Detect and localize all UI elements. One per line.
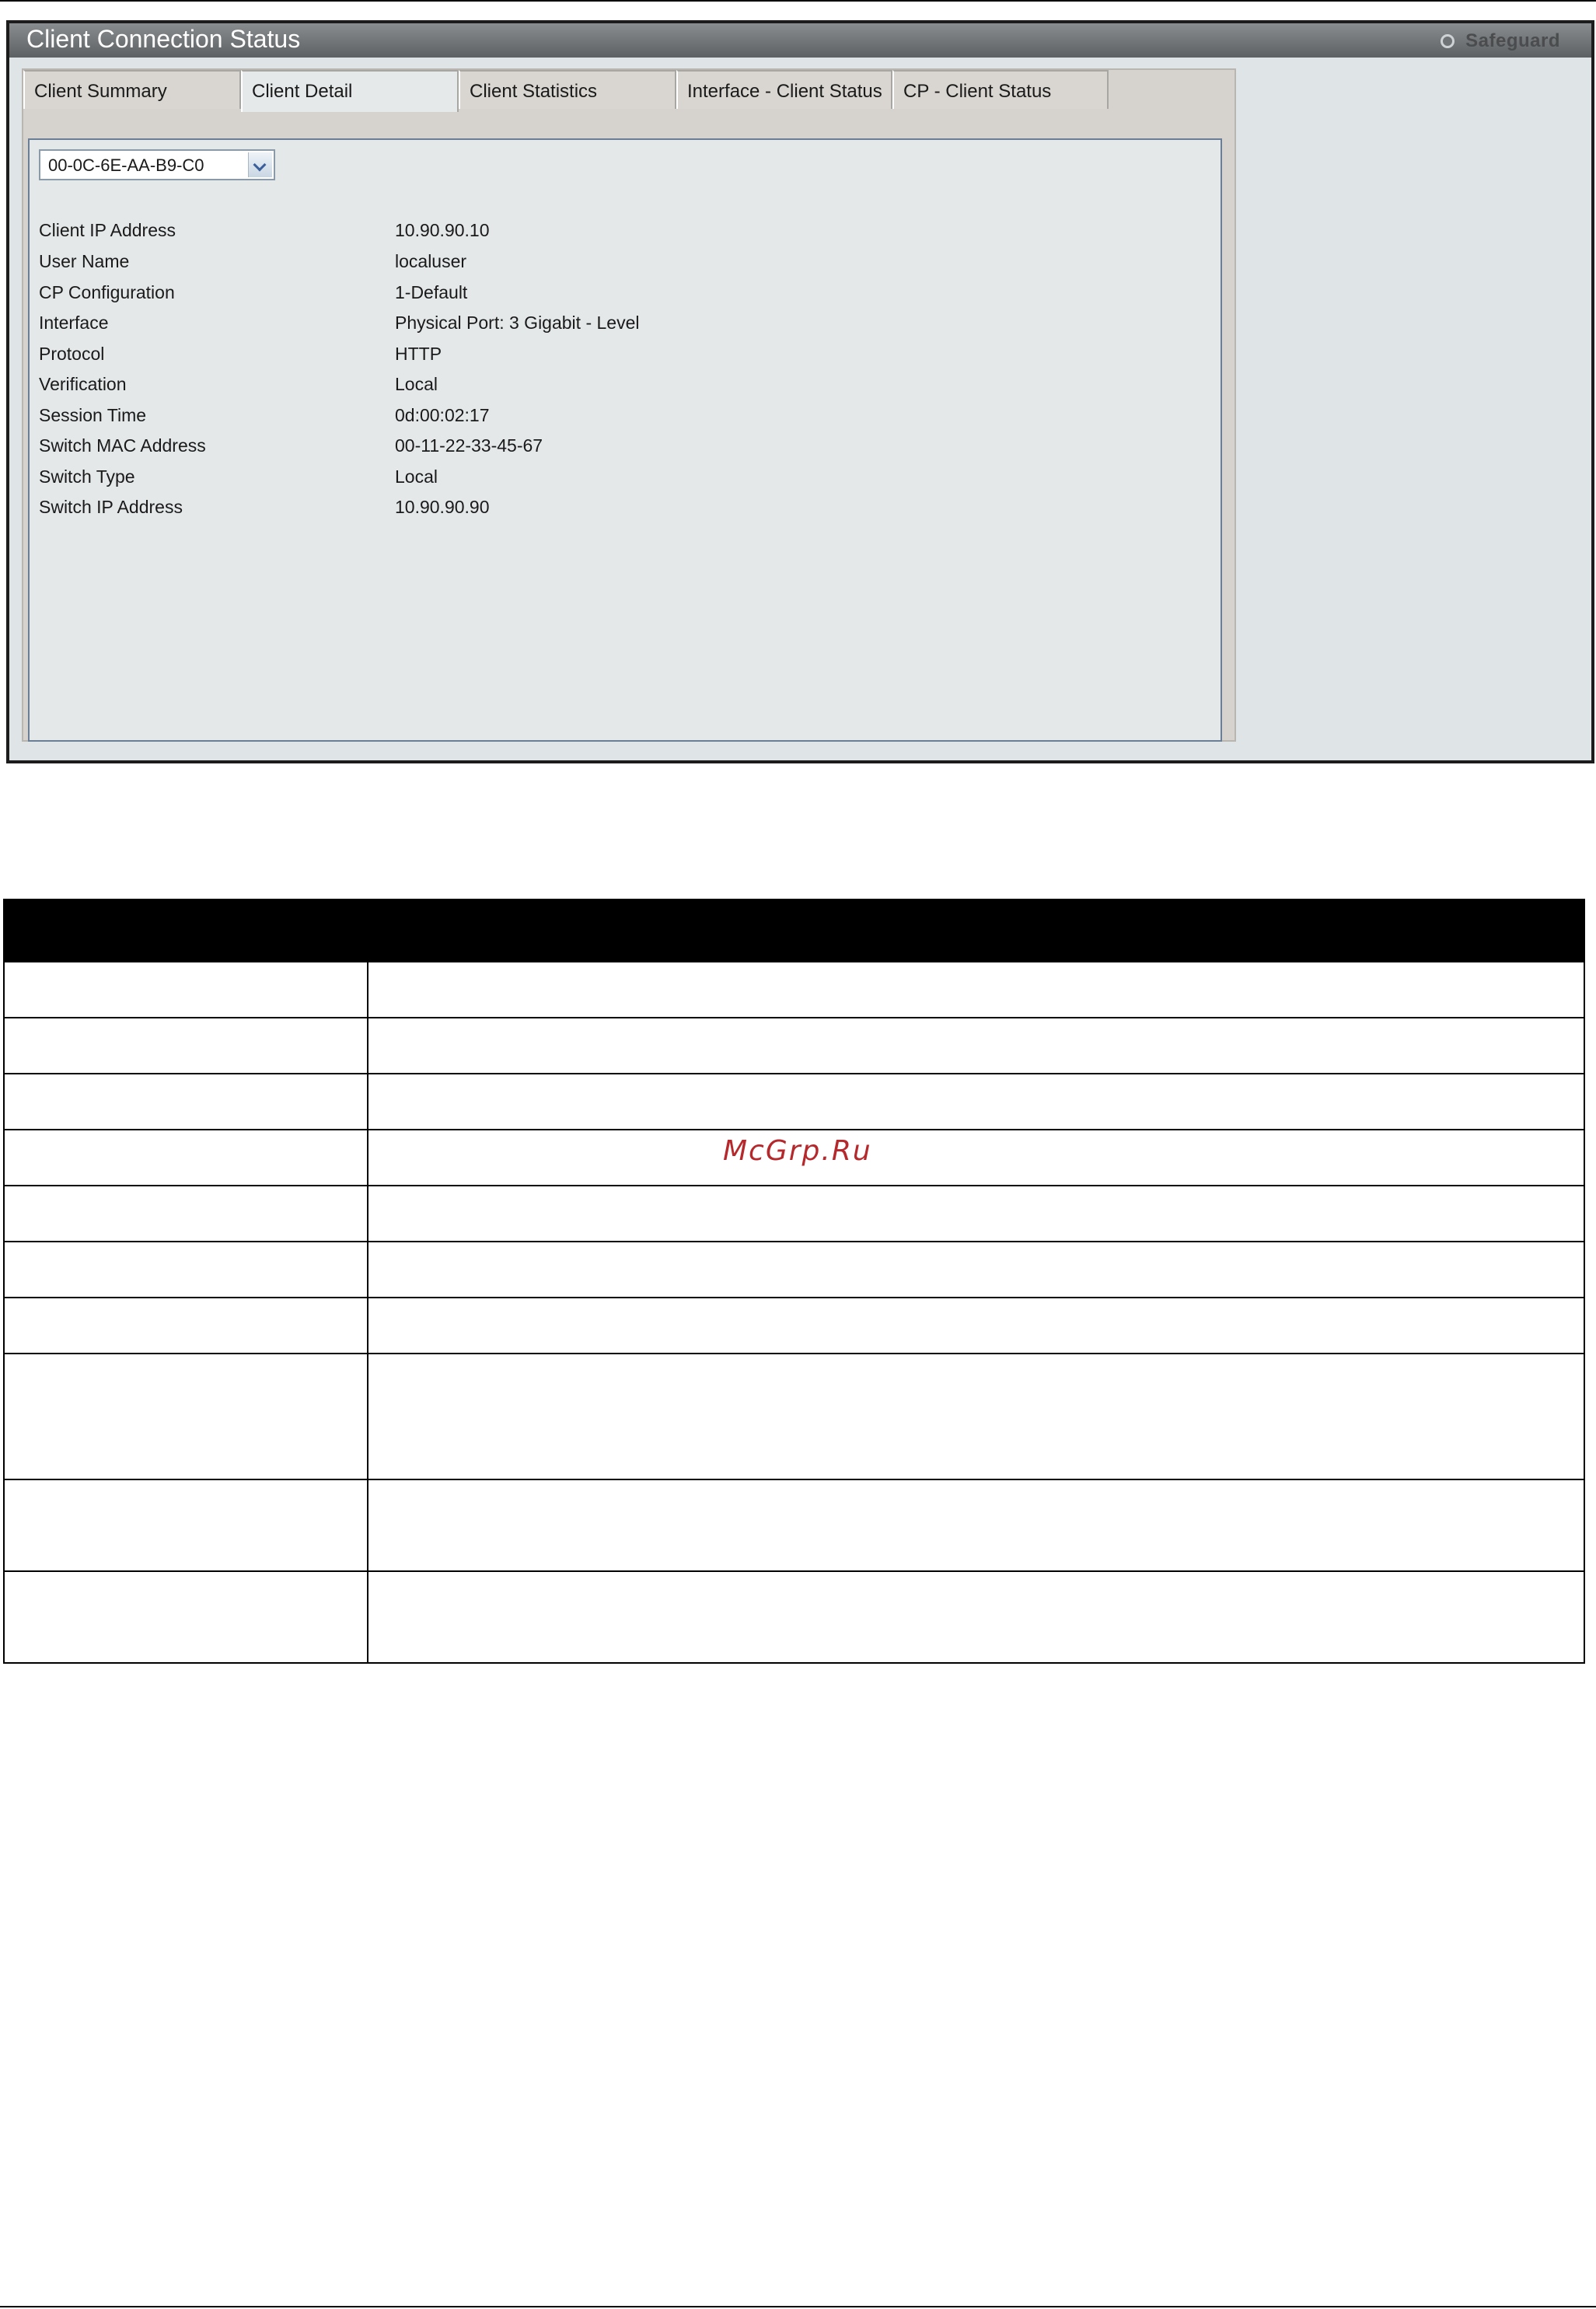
table-row	[3, 1074, 1585, 1130]
client-mac-select-value: 00-0C-6E-AA-B9-C0	[48, 155, 204, 175]
tab-interface-client-status[interactable]: Interface - Client Status	[676, 70, 892, 109]
tab-cp-client-status[interactable]: CP - Client Status	[892, 70, 1109, 109]
table-row	[3, 1186, 1585, 1242]
tab-panel: Client Summary Client Detail Client Stat…	[22, 68, 1236, 742]
table-row	[3, 962, 1585, 1018]
detail-value: 1-Default	[395, 282, 468, 302]
detail-value: localuser	[395, 251, 467, 271]
table-row	[3, 1298, 1585, 1354]
bottom-rule	[0, 2306, 1596, 2307]
safeguard-indicator[interactable]: Safeguard	[1441, 30, 1560, 52]
detail-value: 10.90.90.90	[395, 497, 490, 517]
tab-client-statistics[interactable]: Client Statistics	[459, 70, 676, 109]
table-cell-parameter	[5, 1186, 368, 1241]
table-cell-parameter	[5, 1242, 368, 1297]
detail-value: Local	[395, 374, 438, 394]
top-rule	[0, 0, 1596, 2]
detail-label: CP Configuration	[39, 282, 175, 302]
table-cell-parameter	[5, 1480, 368, 1570]
detail-label: User Name	[39, 251, 130, 271]
title-bar: Client Connection Status Safeguard	[9, 23, 1591, 58]
table-cell-parameter	[5, 1074, 368, 1129]
table-cell-parameter	[5, 962, 368, 1017]
table-row	[3, 1242, 1585, 1298]
safeguard-label: Safeguard	[1465, 30, 1560, 51]
detail-label: Client IP Address	[39, 220, 176, 240]
detail-value: 00-11-22-33-45-67	[395, 435, 543, 456]
table-cell-parameter	[5, 1018, 368, 1073]
tab-client-detail[interactable]: Client Detail	[241, 70, 459, 112]
table-row	[3, 1572, 1585, 1664]
detail-label: Switch IP Address	[39, 497, 183, 517]
detail-label: Switch MAC Address	[39, 435, 206, 456]
detail-value: Local	[395, 466, 438, 487]
tab-bar: Client Summary Client Detail Client Stat…	[23, 70, 1109, 112]
detail-label: Verification	[39, 374, 127, 394]
detail-value: 0d:00:02:17	[395, 405, 490, 425]
detail-value: Physical Port: 3 Gigabit - Level	[395, 313, 640, 333]
chevron-down-icon[interactable]	[248, 152, 272, 177]
table-cell-parameter	[5, 1572, 368, 1662]
table-cell-parameter	[5, 1354, 368, 1479]
watermark-text: McGrp.Ru	[723, 1135, 872, 1167]
client-connection-status-window: Client Connection Status Safeguard Clien…	[6, 20, 1594, 763]
detail-label: Switch Type	[39, 466, 135, 487]
table-header	[3, 899, 1585, 962]
table-row	[3, 1480, 1585, 1572]
page-title: Client Connection Status	[26, 25, 301, 53]
detail-label: Protocol	[39, 344, 105, 364]
detail-label: Interface	[39, 313, 109, 333]
tab-client-summary[interactable]: Client Summary	[23, 70, 241, 109]
table-cell-parameter	[5, 1298, 368, 1353]
table-cell-parameter	[5, 1130, 368, 1185]
safeguard-circle-icon	[1441, 34, 1455, 48]
client-mac-select[interactable]: 00-0C-6E-AA-B9-C0	[39, 149, 275, 180]
detail-value: 10.90.90.10	[395, 220, 490, 240]
detail-value: HTTP	[395, 344, 442, 364]
table-row	[3, 1354, 1585, 1480]
client-detail-content: 00-0C-6E-AA-B9-C0 Client IP Address 10.9…	[28, 138, 1222, 742]
table-row	[3, 1018, 1585, 1074]
detail-label: Session Time	[39, 405, 147, 425]
description-table	[3, 899, 1585, 1664]
